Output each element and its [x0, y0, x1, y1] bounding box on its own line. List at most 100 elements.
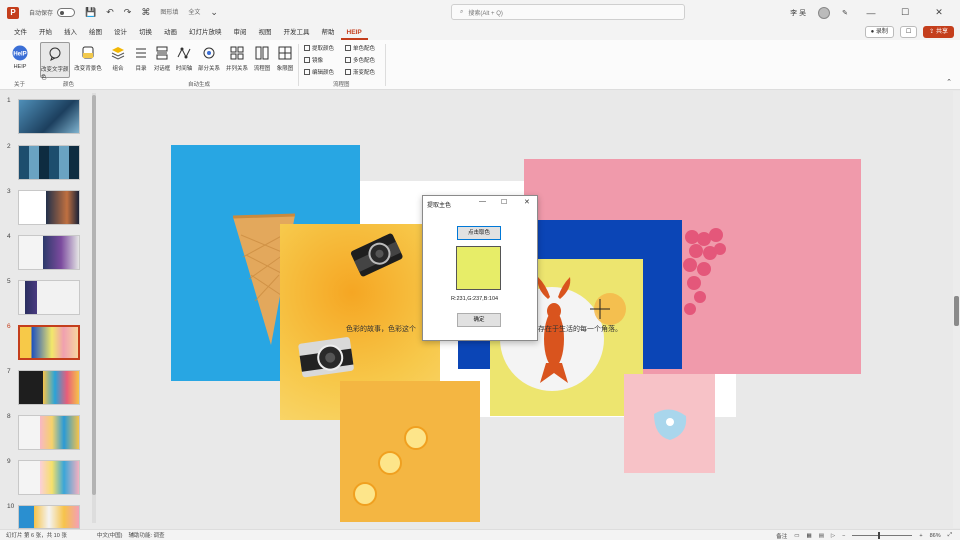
multi-palette-check[interactable]: 多色配色 [345, 56, 375, 64]
thumbnail-item[interactable]: 3 [0, 188, 92, 228]
lemons-photo[interactable] [340, 381, 480, 522]
collapse-ribbon-icon[interactable]: ⌃ [946, 78, 952, 86]
dialog-maximize-button[interactable]: ☐ [501, 198, 507, 206]
comments-icon[interactable]: ☐ [899, 26, 918, 38]
multi-palette-label: 多色配色 [353, 58, 376, 64]
pen-icon[interactable]: ✎ [842, 9, 848, 17]
pick-color-button[interactable]: 点击取色 [457, 226, 501, 240]
mono-palette-label: 单色配色 [353, 46, 376, 52]
change-text-color-label: 改变文字颜色 [41, 67, 69, 81]
accessibility-status[interactable]: 辅助功能: 调查 [129, 531, 165, 539]
timeline-button[interactable]: 时间轴 [172, 42, 196, 78]
tab-home[interactable]: 开始 [33, 25, 58, 40]
tab-review[interactable]: 审阅 [228, 25, 253, 40]
tab-slideshow[interactable]: 幻灯片放映 [183, 25, 228, 40]
canvas-scrollbar-thumb[interactable] [954, 296, 959, 326]
tab-developer[interactable]: 开发工具 [278, 25, 316, 40]
tab-insert[interactable]: 插入 [58, 25, 83, 40]
thumbnail[interactable] [18, 415, 80, 450]
fit-slide-icon[interactable]: ⤢ [948, 532, 952, 539]
thumbnail-item[interactable]: 1 [0, 97, 92, 137]
part-relation-button[interactable]: 部分关系 [196, 42, 222, 78]
thumbnail[interactable] [18, 190, 80, 225]
customize-qa-icon[interactable]: ⌄ [210, 7, 218, 18]
speech-bubble-icon [47, 46, 63, 62]
thumbnail[interactable] [18, 505, 80, 529]
tab-file[interactable]: 文件 [8, 25, 33, 40]
avatar[interactable] [818, 6, 831, 19]
extract-color-check[interactable]: 提取颜色 [304, 44, 334, 52]
tab-draw[interactable]: 绘图 [83, 25, 108, 40]
thumbnail[interactable] [18, 280, 80, 315]
mirror-check[interactable]: 镜像 [304, 56, 323, 64]
thumbnail-item[interactable]: 2 [0, 143, 92, 183]
thumbnail[interactable] [18, 370, 80, 405]
dialog-layout-button[interactable]: 对话框 [150, 42, 174, 78]
thumbnail-scrollbar-thumb[interactable] [92, 95, 96, 495]
thumbnail-item[interactable]: 8 [0, 413, 92, 453]
gradient-palette-check[interactable]: 渐变配色 [345, 68, 375, 76]
edit-color-label: 编辑颜色 [312, 70, 335, 76]
zoom-out-icon[interactable]: − [842, 533, 845, 539]
ribbon-separator [385, 44, 386, 86]
save-icon[interactable]: 💾 [85, 7, 96, 18]
thumbnail-item[interactable]: 5 [0, 278, 92, 318]
qa-custom-label-2[interactable]: 全文 [188, 7, 200, 18]
zoom-slider[interactable] [852, 532, 913, 539]
tab-heip[interactable]: HEIP [340, 25, 368, 40]
reading-view-icon[interactable]: ▤ [819, 533, 824, 539]
slideshow-icon[interactable]: ▷ [831, 533, 835, 539]
tab-view[interactable]: 视图 [253, 25, 278, 40]
thumbnail-item[interactable]: 7 [0, 368, 92, 408]
autosave-toggle[interactable] [57, 8, 76, 17]
change-bg-color-button[interactable]: 改变背景色 [74, 42, 102, 78]
search-input[interactable]: ⌕ 搜索(Alt + Q) [451, 4, 685, 20]
zoom-level[interactable]: 86% [930, 533, 941, 539]
record-button[interactable]: ● 录制 [864, 26, 894, 38]
minimize-button[interactable]: — [860, 8, 882, 18]
share-button[interactable]: ⇪ 共享 [923, 26, 954, 38]
slide-text-right[interactable]: 存在于生活的每一个角落。 [538, 324, 622, 334]
tab-transitions[interactable]: 切换 [133, 25, 158, 40]
zoom-slider-knob[interactable] [878, 532, 881, 539]
thumbnail[interactable] [18, 145, 80, 180]
thumbnail-item[interactable]: 9 [0, 458, 92, 498]
user-name[interactable]: 李 吴 [790, 8, 806, 18]
heip-button[interactable]: HeIP HEIP [8, 42, 32, 78]
format-painter-icon[interactable]: ⌘ [141, 7, 150, 18]
quadrant-button[interactable]: 象限图 [273, 42, 297, 78]
normal-view-icon[interactable]: ▭ [794, 533, 799, 539]
change-text-color-button[interactable]: 改变文字颜色 [40, 42, 70, 81]
flowchart-label: 流程图 [253, 66, 271, 72]
parallel-relation-button[interactable]: 并列关系 [224, 42, 250, 78]
ok-button[interactable]: 确定 [457, 313, 501, 327]
thumbnail[interactable] [18, 460, 80, 495]
language-status[interactable]: 中文(中国) [97, 531, 123, 539]
thumbnail[interactable] [18, 235, 80, 270]
thumbnail-scrollbar[interactable] [92, 93, 96, 523]
flowchart-button[interactable]: 流程图 [250, 42, 274, 78]
redo-icon[interactable]: ↷ [124, 7, 132, 18]
undo-icon[interactable]: ↶ [106, 7, 114, 18]
mono-palette-check[interactable]: 单色配色 [345, 44, 375, 52]
qa-custom-label[interactable]: 图形填 [160, 7, 178, 18]
slide-text-left[interactable]: 色彩的故事，色彩这个 [346, 324, 416, 334]
canvas-scrollbar[interactable] [953, 91, 960, 528]
maximize-button[interactable]: ☐ [894, 7, 916, 18]
zoom-in-icon[interactable]: + [919, 533, 922, 539]
edit-color-check[interactable]: 编辑颜色 [304, 68, 334, 76]
close-button[interactable]: ✕ [928, 7, 950, 18]
tab-animations[interactable]: 动画 [158, 25, 183, 40]
tab-design[interactable]: 设计 [108, 25, 133, 40]
thumbnail[interactable] [18, 99, 80, 134]
dialog-close-button[interactable]: ✕ [524, 198, 530, 206]
thumbnail-item[interactable]: 4 [0, 233, 92, 273]
thumbnail-item[interactable]: 6 [0, 323, 92, 363]
slide-sorter-icon[interactable]: ▦ [807, 533, 812, 539]
dialog-minimize-button[interactable]: — [479, 198, 486, 205]
group-button[interactable]: 组合 [106, 42, 130, 78]
tab-help[interactable]: 帮助 [316, 25, 341, 40]
thumbnail-active[interactable] [18, 325, 80, 360]
blue-bowl-photo[interactable] [624, 374, 715, 473]
notes-button[interactable]: 备注 [776, 532, 787, 540]
